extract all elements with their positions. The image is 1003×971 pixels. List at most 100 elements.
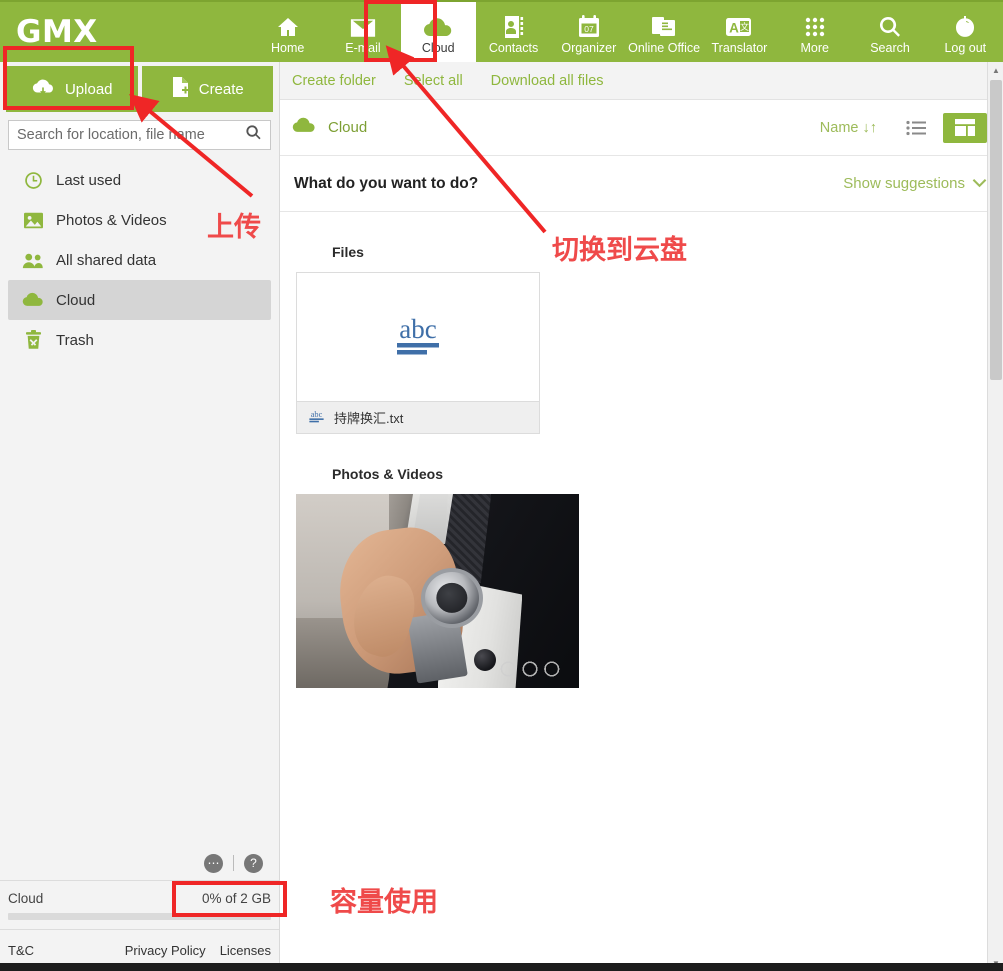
nav-item-email[interactable]: E-mail — [325, 2, 400, 62]
select-all-link[interactable]: Select all — [404, 73, 463, 89]
file-name: 持牌换汇.txt — [334, 411, 404, 426]
trash-icon — [22, 330, 44, 350]
documents-icon — [651, 13, 677, 39]
nav-item-logout[interactable]: Log out — [928, 2, 1003, 62]
show-suggestions-link[interactable]: Show suggestions — [843, 175, 987, 192]
nav-item-contacts-label: Contacts — [488, 41, 539, 55]
vertical-scrollbar[interactable]: ▲ ▼ — [987, 62, 1003, 971]
nav-item-more[interactable]: More — [777, 2, 852, 62]
sidebar-utility-icons: ⋯ ? — [0, 846, 279, 880]
chat-bubble-icon[interactable]: ⋯ — [204, 853, 223, 873]
left-sidebar: Upload Create Last used — [0, 62, 280, 971]
envelope-icon — [349, 13, 377, 39]
nav-item-more-label: More — [800, 41, 829, 55]
svg-text:abc: abc — [311, 410, 323, 419]
sidebar-item-trash-label: Trash — [56, 331, 94, 349]
sidebar-item-all-shared-data[interactable]: All shared data — [8, 240, 271, 280]
create-button[interactable]: Create — [141, 66, 273, 112]
nav-item-home[interactable]: Home — [250, 2, 325, 62]
clock-icon — [22, 171, 44, 190]
search-icon — [878, 13, 902, 39]
scrollbar-thumb[interactable] — [990, 80, 1002, 380]
svg-text:07: 07 — [584, 24, 594, 34]
sidebar-item-trash[interactable]: Trash — [8, 320, 271, 360]
nav-item-search[interactable]: Search — [852, 2, 927, 62]
upload-button[interactable]: Upload — [6, 66, 138, 112]
nav-item-cloud-label: Cloud — [421, 41, 455, 55]
top-navigation-bar: GMX Home E-mail Cloud Contacts 07 Organi… — [0, 0, 1003, 62]
main-toolbar: Create folder Select all Download all fi… — [280, 62, 1003, 100]
power-icon — [953, 13, 977, 39]
home-icon — [275, 13, 301, 39]
storage-indicator: Cloud 0% of 2 GB — [0, 880, 279, 929]
photo-wristwatch — [420, 567, 483, 628]
breadcrumb-label: Cloud — [328, 119, 368, 136]
search-icon[interactable] — [245, 124, 262, 146]
nav-item-online-office[interactable]: Online Office — [626, 2, 701, 62]
cloud-icon — [423, 13, 453, 39]
nav-item-online-office-label: Online Office — [628, 41, 701, 55]
photo-watermark — [498, 658, 563, 681]
nav-item-cloud[interactable]: Cloud — [400, 2, 476, 62]
nav-item-organizer-label: Organizer — [561, 41, 617, 55]
translator-icon: A文 — [726, 13, 752, 39]
abc-text-file-icon: abc — [307, 408, 326, 427]
licenses-link[interactable]: Licenses — [220, 943, 271, 958]
nav-item-email-label: E-mail — [345, 41, 381, 55]
nav-item-search-label: Search — [870, 41, 910, 55]
sidebar-search[interactable] — [8, 120, 271, 150]
svg-text:abc: abc — [399, 314, 436, 344]
file-card-footer: abc 持牌换汇.txt — [297, 401, 539, 433]
people-icon — [22, 251, 44, 270]
file-thumbnail: abc — [297, 273, 539, 401]
files-section-title: Files — [332, 244, 364, 260]
nav-item-contacts[interactable]: Contacts — [476, 2, 551, 62]
sidebar-item-cloud[interactable]: Cloud — [8, 280, 271, 320]
search-input[interactable] — [17, 127, 245, 143]
image-icon — [22, 211, 44, 230]
sidebar-item-last-used-label: Last used — [56, 171, 122, 189]
sidebar-nav-list: Last used Photos & Videos All shared dat… — [0, 160, 279, 360]
abc-text-file-icon: abc — [387, 310, 449, 365]
top-nav-items: Home E-mail Cloud Contacts 07 Organizer … — [250, 2, 1003, 62]
gmx-cloud-page: GMX Home E-mail Cloud Contacts 07 Organi… — [0, 0, 1003, 971]
nav-item-translator-label: Translator — [711, 41, 768, 55]
suggestions-question: What do you want to do? — [294, 174, 479, 192]
sidebar-item-last-used[interactable]: Last used — [8, 160, 271, 200]
nav-item-translator[interactable]: A文 Translator — [702, 2, 777, 62]
grid-view-icon[interactable] — [943, 112, 987, 143]
scroll-up-arrow-icon[interactable]: ▲ — [988, 62, 1003, 78]
storage-usage-text: 0% of 2 GB — [201, 891, 271, 906]
upload-cloud-icon — [31, 78, 55, 100]
photo-thumbnail[interactable] — [296, 494, 579, 688]
upload-button-label: Upload — [64, 80, 113, 98]
nav-item-organizer[interactable]: 07 Organizer — [551, 2, 626, 62]
sidebar-item-photos-videos-label: Photos & Videos — [56, 211, 167, 229]
contacts-icon — [502, 13, 526, 39]
storage-progress-bar — [8, 913, 271, 920]
breadcrumb-bar: Cloud Name ↓↑ — [280, 100, 1003, 156]
sort-by-name-button[interactable]: Name ↓↑ — [820, 120, 877, 136]
help-question-icon[interactable]: ? — [244, 853, 263, 873]
cloud-icon — [292, 117, 316, 138]
create-folder-link[interactable]: Create folder — [292, 73, 376, 89]
breadcrumb[interactable]: Cloud — [292, 117, 367, 138]
sidebar-item-all-shared-data-label: All shared data — [56, 251, 157, 269]
sidebar-item-photos-videos[interactable]: Photos & Videos — [8, 200, 271, 240]
terms-link[interactable]: T&C — [8, 943, 34, 958]
svg-text:文: 文 — [740, 21, 749, 32]
download-all-files-link[interactable]: Download all files — [491, 73, 604, 89]
create-button-label: Create — [198, 80, 244, 98]
privacy-policy-link[interactable]: Privacy Policy — [125, 943, 206, 958]
calendar-icon: 07 — [577, 13, 601, 39]
file-card[interactable]: abc abc 持牌换汇.txt — [296, 272, 540, 434]
grid-dots-icon — [803, 13, 827, 39]
photos-section-title: Photos & Videos — [332, 466, 443, 482]
window-bottom-edge — [0, 963, 1003, 971]
chevron-down-icon — [972, 175, 987, 192]
list-view-icon[interactable] — [903, 115, 929, 141]
suggestions-bar: What do you want to do? Show suggestions — [280, 156, 1003, 212]
gmx-logo[interactable]: GMX — [0, 2, 250, 62]
cloud-icon — [22, 292, 44, 308]
sidebar-action-bar: Upload Create — [6, 66, 273, 112]
